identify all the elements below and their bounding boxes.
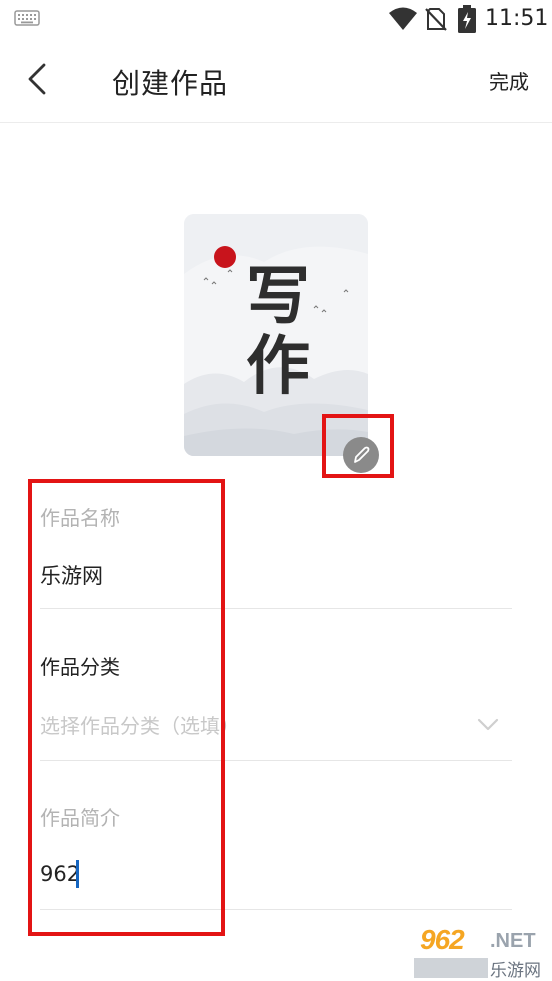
status-bar: 11:51: [0, 0, 552, 40]
header-divider: [0, 122, 552, 123]
wifi-icon: [389, 7, 417, 30]
chevron-down-icon: [477, 718, 499, 731]
annotation-box-edit-cover: [322, 414, 394, 478]
battery-charging-icon: [458, 5, 476, 33]
chevron-left-icon: [28, 63, 46, 95]
watermark-site-name: 乐游网: [490, 961, 541, 981]
status-time: 11:51: [485, 6, 549, 31]
annotation-box-form: [28, 479, 225, 936]
watermark-logo: 962 .NET 乐游网: [414, 924, 548, 981]
done-button[interactable]: 完成: [489, 66, 529, 95]
watermark-suffix: .NET: [490, 930, 536, 952]
cover-title-text: 写作: [246, 259, 310, 404]
page-title: 创建作品: [112, 67, 229, 100]
watermark-brand: 962: [420, 924, 465, 955]
keyboard-icon: [14, 10, 40, 26]
back-button[interactable]: [20, 56, 60, 102]
no-sim-icon: [425, 8, 447, 31]
